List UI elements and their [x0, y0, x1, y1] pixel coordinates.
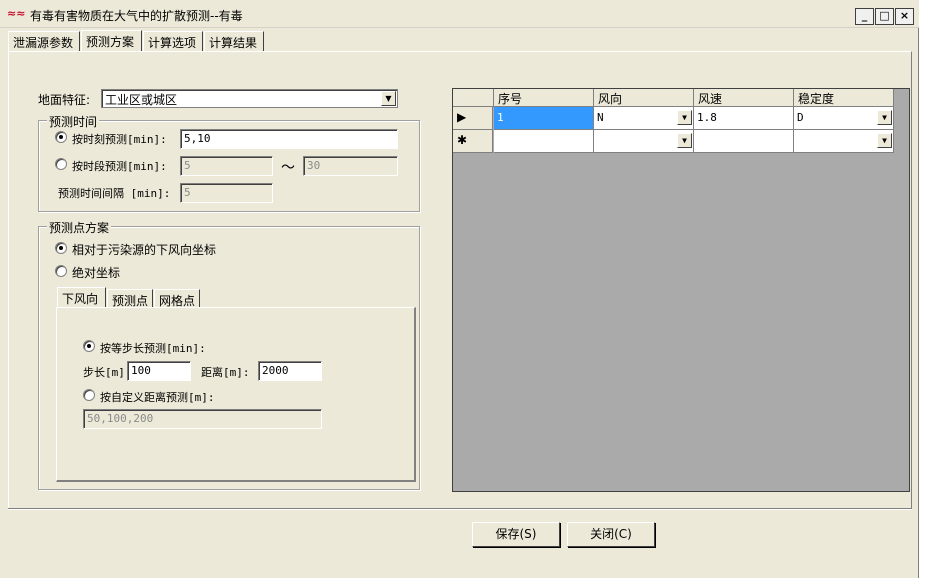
- radio-relative-coords[interactable]: [55, 242, 67, 254]
- radio-by-period[interactable]: [55, 158, 67, 170]
- cell-wind-speed[interactable]: [694, 130, 794, 153]
- chevron-down-icon[interactable]: ▼: [677, 110, 692, 125]
- subtab-prediction-points[interactable]: 预测点: [107, 289, 153, 308]
- window-title: 有毒有害物质在大气中的扩散预测--有毒: [30, 9, 243, 23]
- chevron-down-icon[interactable]: ▼: [381, 91, 396, 106]
- period-to-input[interactable]: 30: [303, 156, 398, 176]
- cell-wind-dir[interactable]: ▼: [594, 130, 694, 153]
- radio-custom-distance[interactable]: [83, 389, 95, 401]
- interval-label: 预测时间间隔 [min]:: [58, 187, 171, 200]
- grid-corner-header: [453, 89, 494, 107]
- relative-coords-label: 相对于污染源的下风向坐标: [72, 243, 217, 257]
- radio-by-moment[interactable]: [55, 131, 67, 143]
- moment-label: 按时刻预测[min]:: [72, 133, 167, 146]
- terrain-label: 地面特征:: [38, 93, 91, 107]
- row-marker-new[interactable]: ✱: [453, 130, 493, 153]
- period-from-input[interactable]: 5: [180, 156, 273, 176]
- step-label: 步长[m]:: [83, 366, 132, 379]
- tab-calc-results[interactable]: 计算结果: [204, 31, 264, 52]
- tab-leak-source[interactable]: 泄漏源参数: [8, 31, 80, 52]
- maximize-button[interactable]: □: [875, 8, 894, 25]
- cell-stability-value: D: [797, 111, 804, 124]
- distance-input[interactable]: 2000: [258, 361, 322, 381]
- wind-conditions-grid[interactable]: 序号 风向 风速 稳定度 ▶ 1 N ▼ 1.8 D ▼ ✱ ▼ ▼: [452, 88, 910, 492]
- tab-calc-options[interactable]: 计算选项: [143, 31, 203, 52]
- radio-equal-step[interactable]: [83, 340, 95, 352]
- cell-wind-dir-value: N: [597, 111, 604, 124]
- tab-prediction-plan[interactable]: 预测方案: [81, 30, 142, 52]
- period-tilde: ～: [281, 160, 295, 176]
- chevron-down-icon[interactable]: ▼: [877, 110, 892, 125]
- cell-stability[interactable]: ▼: [794, 130, 894, 153]
- title-bar: ≈≈ 有毒有害物质在大气中的扩散预测--有毒 _ □ ×: [0, 0, 919, 28]
- close-window-button[interactable]: ×: [895, 8, 914, 25]
- terrain-value: 工业区或城区: [105, 93, 178, 107]
- app-icon: ≈≈: [7, 7, 26, 20]
- main-window: ≈≈ 有毒有害物质在大气中的扩散预测--有毒 _ □ × 泄漏源参数 预测方案 …: [0, 0, 919, 578]
- absolute-coords-label: 绝对坐标: [72, 266, 121, 280]
- terrain-select[interactable]: 工业区或城区 ▼: [101, 89, 398, 108]
- close-button[interactable]: 关闭(C): [567, 522, 655, 547]
- column-header-seq[interactable]: 序号: [494, 89, 594, 107]
- separator: [8, 509, 912, 510]
- equal-step-label: 按等步长预测[min]:: [100, 342, 206, 355]
- radio-absolute-coords[interactable]: [55, 265, 67, 277]
- period-label: 按时段预测[min]:: [72, 160, 167, 173]
- cell-wind-speed[interactable]: 1.8: [694, 107, 794, 130]
- column-header-stability[interactable]: 稳定度: [794, 89, 894, 107]
- minimize-button[interactable]: _: [855, 8, 874, 25]
- cell-stability[interactable]: D ▼: [794, 107, 894, 130]
- prediction-points-title: 预测点方案: [47, 219, 112, 236]
- cell-wind-dir[interactable]: N ▼: [594, 107, 694, 130]
- subtab-downwind[interactable]: 下风向: [57, 287, 106, 307]
- distance-label: 距离[m]:: [201, 366, 250, 379]
- cell-seq[interactable]: 1: [494, 107, 594, 130]
- cell-seq[interactable]: [494, 130, 594, 153]
- chevron-down-icon[interactable]: ▼: [677, 133, 692, 148]
- custom-distance-label: 按自定义距离预测[m]:: [100, 391, 215, 404]
- moment-input[interactable]: 5,10: [180, 129, 398, 149]
- column-header-wind-dir[interactable]: 风向: [594, 89, 694, 107]
- chevron-down-icon[interactable]: ▼: [877, 133, 892, 148]
- step-input[interactable]: 100: [127, 361, 191, 381]
- custom-distance-input[interactable]: 50,100,200: [83, 409, 322, 429]
- save-button[interactable]: 保存(S): [472, 522, 560, 547]
- column-header-wind-speed[interactable]: 风速: [694, 89, 794, 107]
- prediction-time-title: 预测时间: [47, 113, 100, 130]
- subtab-grid-points[interactable]: 网格点: [154, 289, 200, 308]
- row-marker-current[interactable]: ▶: [453, 107, 493, 130]
- interval-input[interactable]: 5: [180, 183, 273, 203]
